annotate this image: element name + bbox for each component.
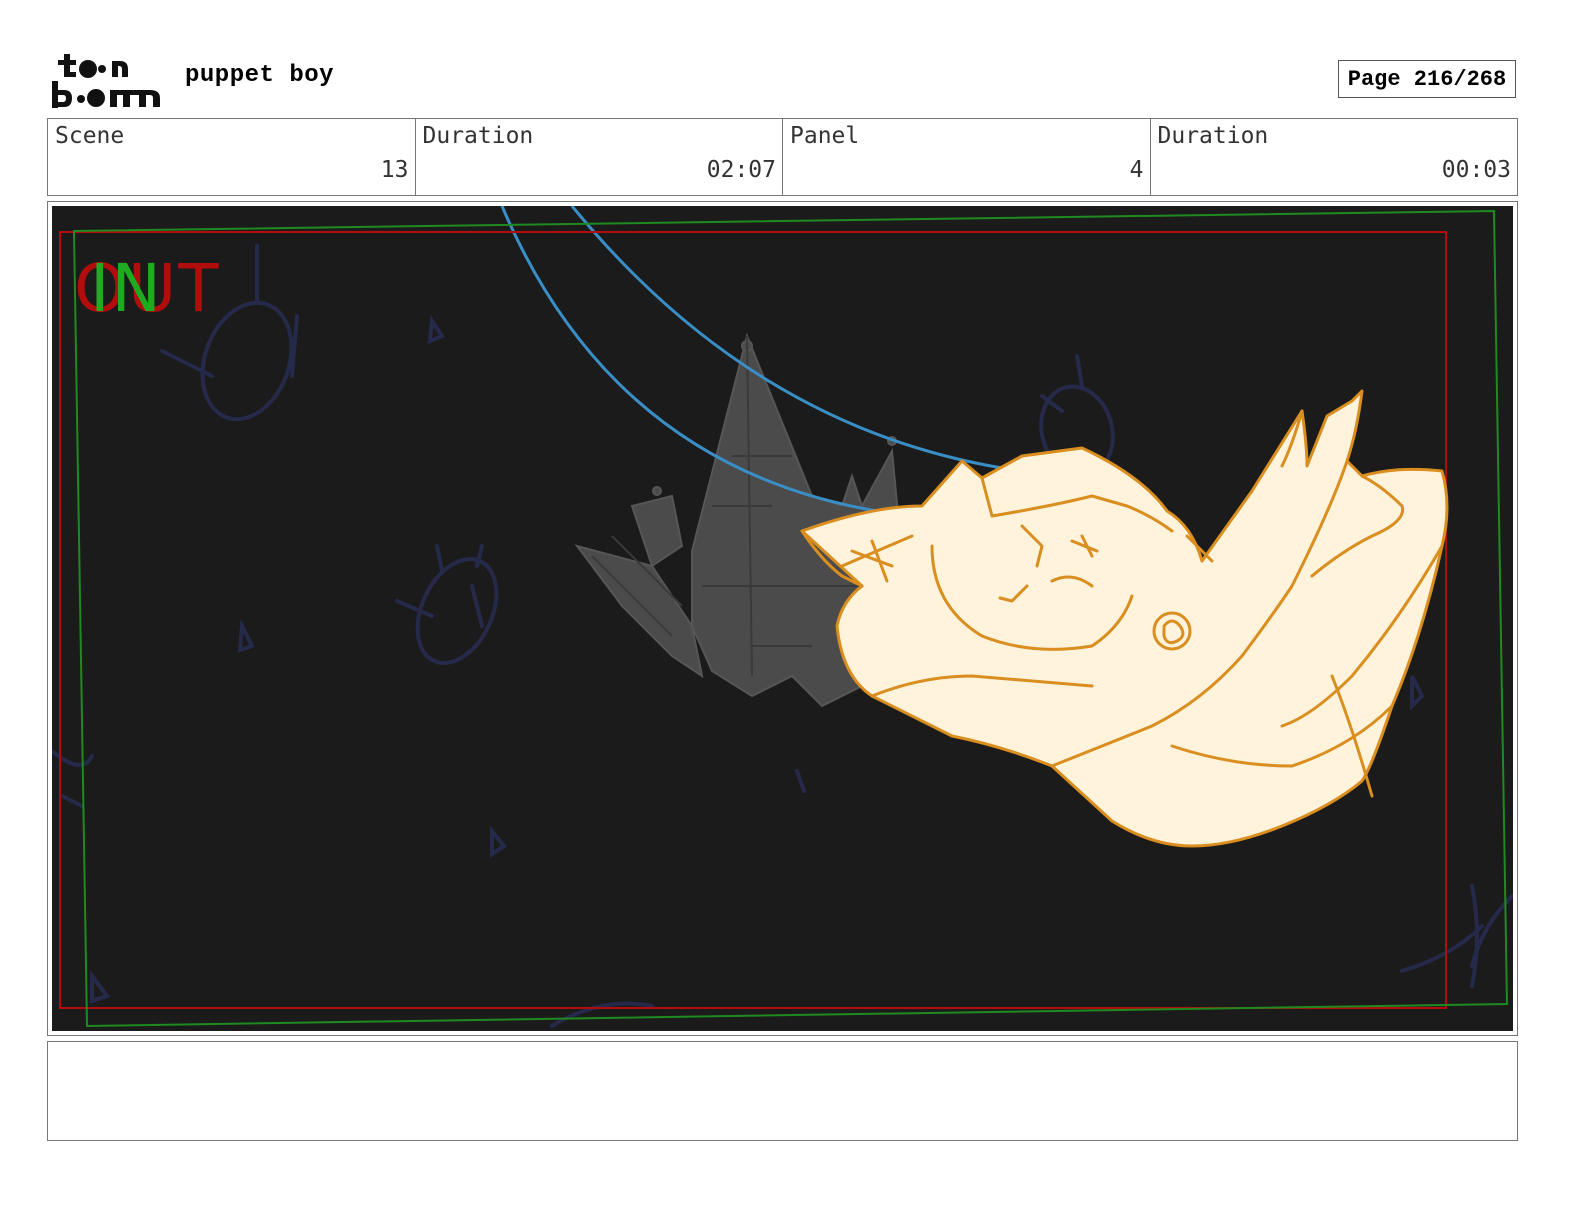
scene-value: 13 — [380, 157, 409, 183]
scene-label: Scene — [55, 123, 125, 149]
panel-drawing — [52, 206, 1513, 1028]
panel-cell: Panel 4 — [783, 119, 1151, 195]
page-indicator: Page 216/268 — [1338, 60, 1516, 98]
panel-artwork: OUT IN — [52, 206, 1513, 1031]
panel-notes-box[interactable] — [47, 1041, 1518, 1141]
panel-value: 4 — [1129, 157, 1144, 183]
scene-duration-value: 02:07 — [706, 157, 776, 183]
scene-cell: Scene 13 — [48, 119, 416, 195]
panel-duration-value: 00:03 — [1441, 157, 1511, 183]
panel-duration-cell: Duration 00:03 — [1151, 119, 1518, 195]
panel-info-table: Scene 13 Duration 02:07 Panel 4 Duration… — [47, 118, 1518, 196]
transition-in-label: IN — [90, 250, 163, 327]
scene-duration-label: Duration — [422, 123, 534, 149]
project-title: puppet boy — [185, 62, 335, 89]
panel-duration-label: Duration — [1157, 123, 1269, 149]
scene-duration-cell: Duration 02:07 — [416, 119, 783, 195]
storyboard-panel: OUT IN — [47, 201, 1518, 1036]
toon-boom-logo — [50, 50, 165, 112]
panel-label: Panel — [790, 123, 860, 149]
